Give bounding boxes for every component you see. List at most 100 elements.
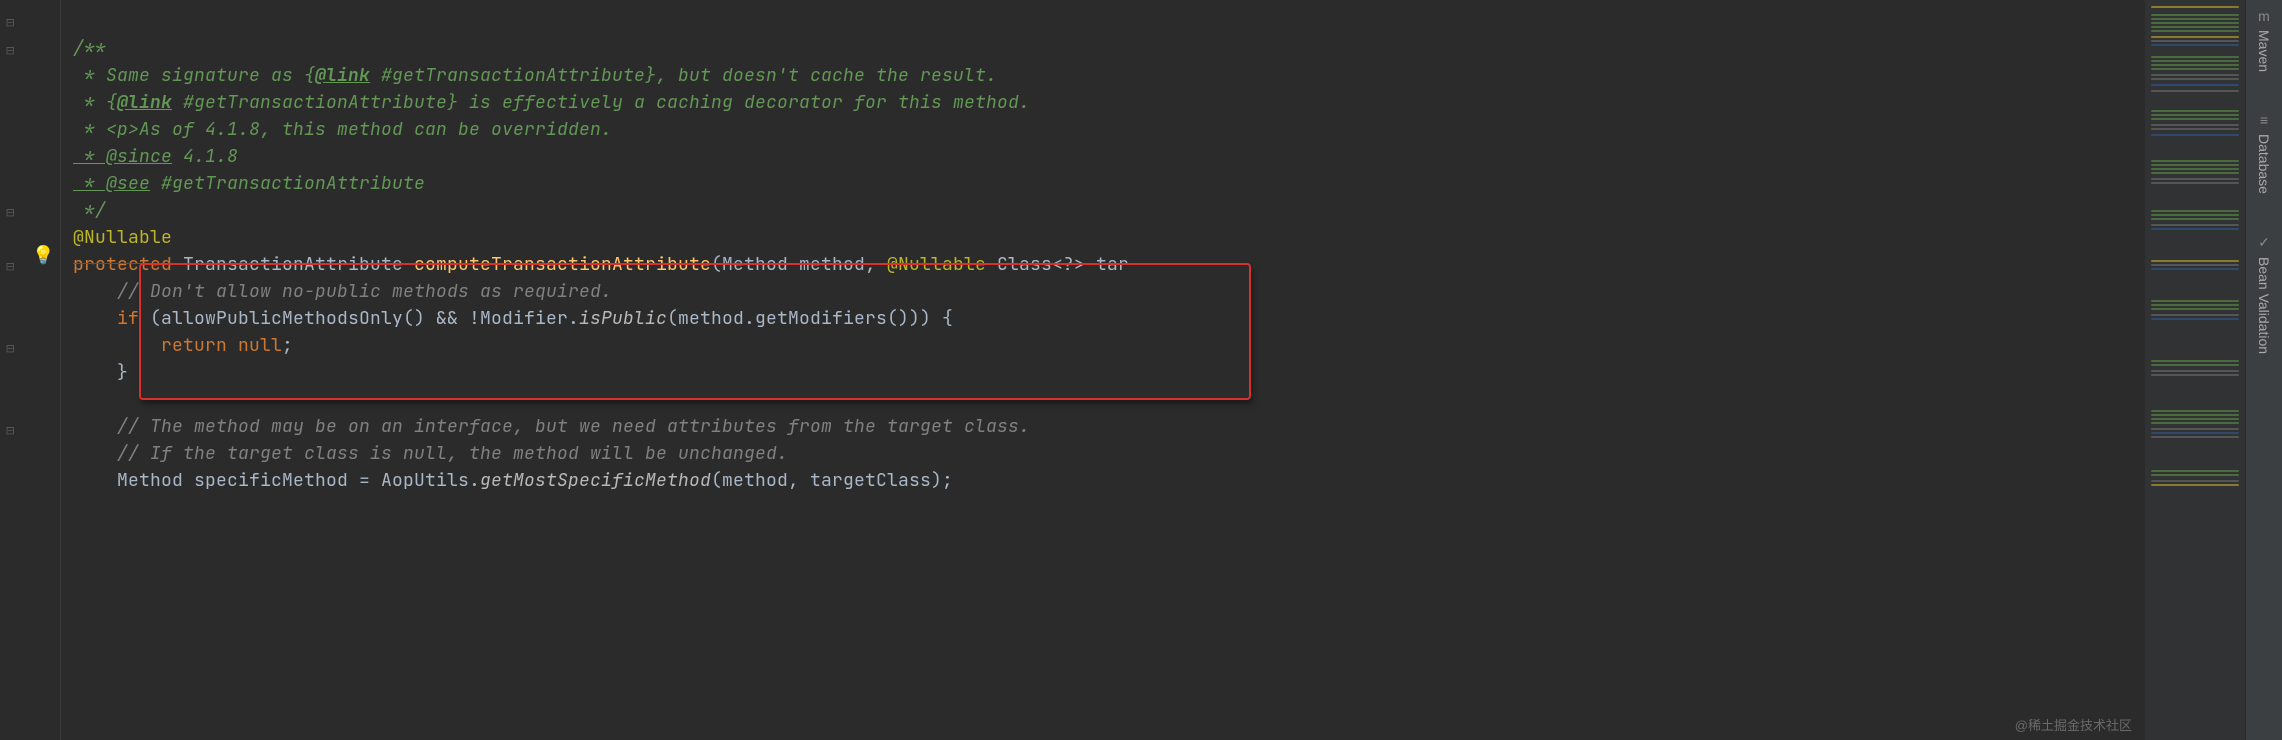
javadoc-close: */ xyxy=(73,199,106,222)
minimap-line xyxy=(2151,30,2239,32)
minimap-line xyxy=(2151,128,2239,130)
minimap-line xyxy=(2151,414,2239,416)
fold-toggle-icon[interactable]: ⊟ xyxy=(6,340,14,358)
minimap-line xyxy=(2151,364,2239,366)
minimap-line xyxy=(2151,214,2239,216)
minimap[interactable] xyxy=(2145,0,2245,740)
minimap-line xyxy=(2151,480,2239,482)
fold-toggle-icon[interactable]: ⊟ xyxy=(6,42,14,60)
static-call-getMostSpecificMethod: getMostSpecificMethod xyxy=(480,469,711,492)
javadoc-link-target: #getTransactionAttribute xyxy=(370,64,645,87)
fold-toggle-icon[interactable]: ⊟ xyxy=(6,14,14,32)
minimap-line xyxy=(2151,172,2239,174)
minimap-line xyxy=(2151,90,2239,92)
javadoc-open: /** xyxy=(73,37,106,60)
gutter: 💡 ⊟ ⊟ ⊟ ⊟ ⊟ ⊟ xyxy=(0,0,61,740)
minimap-line xyxy=(2151,68,2239,70)
watermark: @稀土掘金技术社区 xyxy=(2015,715,2132,734)
minimap-line xyxy=(2151,314,2239,316)
minimap-line xyxy=(2151,26,2239,28)
minimap-line xyxy=(2151,182,2239,184)
javadoc-line: * { xyxy=(73,91,117,114)
minimap-line xyxy=(2151,268,2239,270)
fold-toggle-icon[interactable]: ⊟ xyxy=(6,258,14,276)
database-icon: ≡ xyxy=(2260,112,2268,128)
minimap-line xyxy=(2151,60,2239,62)
javadoc-link-target: #getTransactionAttribute xyxy=(172,91,447,114)
tool-maven[interactable]: m Maven xyxy=(2256,8,2272,72)
stmt-specific-a: Method specificMethod = AopUtils. xyxy=(117,469,480,492)
minimap-line xyxy=(2151,474,2239,476)
semicolon: ; xyxy=(282,334,293,357)
minimap-line xyxy=(2151,164,2239,166)
tool-database[interactable]: ≡ Database xyxy=(2256,112,2272,194)
javadoc-line: * <p>As of 4.1.8, this method can be ove… xyxy=(73,118,612,141)
minimap-line xyxy=(2151,84,2239,86)
javadoc-text: } is effectively a caching decorator for… xyxy=(447,91,1030,114)
fold-toggle-icon[interactable]: ⊟ xyxy=(6,204,14,222)
javadoc-text: }, but doesn't cache the result. xyxy=(645,64,997,87)
minimap-line xyxy=(2151,18,2239,20)
javadoc-line: * Same signature as { xyxy=(73,64,315,87)
minimap-line xyxy=(2151,78,2239,80)
maven-icon: m xyxy=(2258,8,2270,24)
javadoc-since-tag: * @since xyxy=(73,145,172,168)
javadoc-see-value: #getTransactionAttribute xyxy=(150,172,425,195)
minimap-line xyxy=(2151,360,2239,362)
minimap-line xyxy=(2151,44,2239,46)
tool-label: Maven xyxy=(2256,30,2272,72)
method-param2: Class<?> tar xyxy=(986,253,1129,276)
minimap-line xyxy=(2151,64,2239,66)
fold-toggle-icon[interactable]: ⊟ xyxy=(6,422,14,440)
method-name: computeTransactionAttribute xyxy=(414,253,711,276)
editor-root: 💡 ⊟ ⊟ ⊟ ⊟ ⊟ ⊟ /** * Same signature as {@link … xyxy=(0,0,2282,740)
minimap-line xyxy=(2151,308,2239,310)
minimap-line xyxy=(2151,318,2239,320)
comment-line: // The method may be on an interface, bu… xyxy=(117,415,1030,438)
minimap-line xyxy=(2151,410,2239,412)
minimap-line xyxy=(2151,374,2239,376)
minimap-line xyxy=(2151,36,2239,38)
minimap-line xyxy=(2151,218,2239,220)
tool-bean-validation[interactable]: ✓ Bean Validation xyxy=(2256,234,2272,354)
keyword-if: if xyxy=(117,307,150,330)
comment-line: // Don't allow no-public methods as requ… xyxy=(117,280,612,303)
if-condition-a: (allowPublicMethodsOnly() && !Modifier. xyxy=(150,307,579,330)
tool-label: Database xyxy=(2256,134,2272,194)
stmt-specific-b: (method, targetClass); xyxy=(711,469,953,492)
javadoc-see-tag: * @see xyxy=(73,172,150,195)
minimap-line xyxy=(2151,264,2239,266)
param-annotation: @Nullable xyxy=(887,253,986,276)
minimap-line xyxy=(2151,224,2239,226)
minimap-line xyxy=(2151,418,2239,420)
minimap-line xyxy=(2151,40,2239,42)
minimap-line xyxy=(2151,484,2239,486)
minimap-line xyxy=(2151,422,2239,424)
javadoc-link-tag: @link xyxy=(315,64,370,87)
brace-close: } xyxy=(117,361,128,384)
intention-bulb-icon[interactable]: 💡 xyxy=(32,244,54,267)
minimap-line xyxy=(2151,178,2239,180)
tool-label: Bean Validation xyxy=(2256,257,2272,354)
minimap-line xyxy=(2151,160,2239,162)
minimap-line xyxy=(2151,6,2239,8)
annotation-nullable: @Nullable xyxy=(73,226,172,249)
code-area[interactable]: /** * Same signature as {@link #getTrans… xyxy=(61,0,2145,740)
minimap-line xyxy=(2151,22,2239,24)
right-toolbar: m Maven ≡ Database ✓ Bean Validation xyxy=(2245,0,2282,740)
minimap-line xyxy=(2151,114,2239,116)
minimap-line xyxy=(2151,56,2239,58)
if-condition-b: (method.getModifiers())) { xyxy=(667,307,953,330)
method-return-type: TransactionAttribute xyxy=(183,253,414,276)
minimap-line xyxy=(2151,228,2239,230)
minimap-line xyxy=(2151,210,2239,212)
minimap-line xyxy=(2151,436,2239,438)
minimap-line xyxy=(2151,470,2239,472)
minimap-line xyxy=(2151,370,2239,372)
javadoc-link-tag: @link xyxy=(117,91,172,114)
keyword-return: return null xyxy=(161,334,282,357)
minimap-line xyxy=(2151,74,2239,76)
minimap-line xyxy=(2151,118,2239,120)
minimap-line xyxy=(2151,260,2239,262)
minimap-line xyxy=(2151,168,2239,170)
